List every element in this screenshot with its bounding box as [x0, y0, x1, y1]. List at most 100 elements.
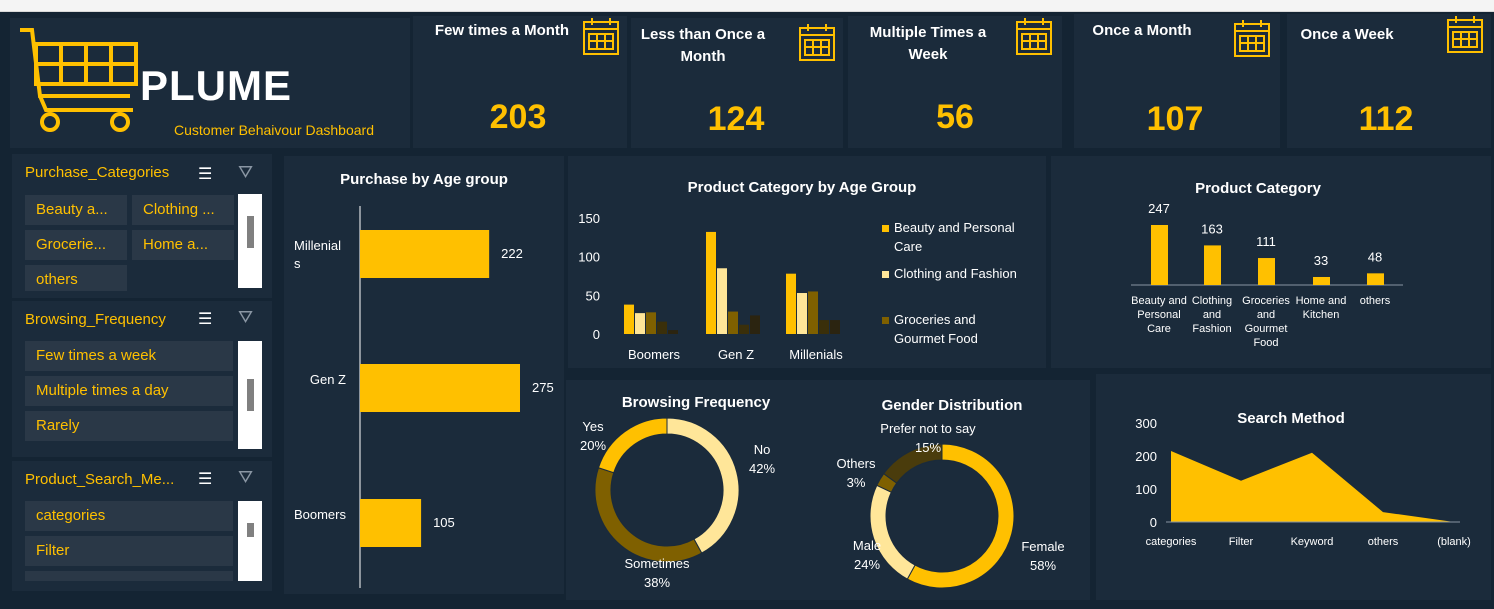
category-label: Filter — [1229, 536, 1254, 548]
scrollbar-thumb[interactable] — [247, 216, 254, 248]
bar — [668, 330, 678, 334]
category-label: Fashion — [1192, 323, 1231, 335]
bar — [1258, 258, 1275, 285]
slice-name-label: Female — [1021, 539, 1064, 554]
category-label: s — [294, 256, 301, 271]
kpi-value: 124 — [707, 100, 765, 138]
category-label: Millenial — [294, 238, 341, 253]
y-tick-label: 300 — [1135, 416, 1157, 431]
bar — [750, 315, 760, 334]
bar — [706, 231, 716, 334]
legend-label: Care — [894, 239, 922, 254]
bar — [717, 268, 727, 334]
legend-swatch — [882, 271, 889, 278]
kpi-card-less-than-once-month: Less than Once a Month 124 — [631, 18, 843, 148]
y-tick-label: 50 — [586, 288, 600, 303]
bar — [786, 273, 796, 334]
bar — [1367, 273, 1384, 285]
slice-name-label: Male — [853, 538, 881, 553]
data-label: 111 — [1256, 234, 1276, 249]
slicer-item[interactable]: others — [25, 265, 127, 291]
category-label: Home and — [1296, 295, 1347, 307]
slicer-item[interactable]: categories — [25, 501, 233, 531]
category-label: Gourmet — [1245, 323, 1288, 335]
y-tick-label: 200 — [1135, 449, 1157, 464]
kpi-title: Few times a Month — [434, 22, 570, 39]
slicer-item[interactable]: Few times a week — [25, 341, 233, 371]
data-label: 105 — [433, 515, 455, 530]
clear-filter-icon[interactable]: ⛛ — [238, 467, 253, 488]
calendar-icon — [1447, 16, 1483, 53]
clear-filter-icon[interactable]: ⛛ — [238, 307, 253, 328]
slicer-item[interactable]: Rarely — [25, 411, 233, 441]
scrollbar-thumb[interactable] — [247, 379, 254, 411]
area-series — [1171, 451, 1454, 522]
data-label: 247 — [1148, 201, 1170, 216]
kpi-title: Less than Once a Month — [640, 26, 766, 65]
slicer-scrollbar[interactable] — [238, 341, 262, 449]
calendar-icon — [583, 18, 619, 55]
logo-panel: PLUME Customer Behaivour Dashboard — [10, 18, 410, 148]
y-tick-label: 100 — [578, 250, 600, 265]
clear-filter-icon[interactable]: ⛛ — [238, 162, 253, 183]
category-label: others — [1360, 295, 1391, 307]
slicer-item-partial[interactable] — [25, 571, 233, 581]
search-method-plot: 300 200 100 0 categories Filter Keyword others (… — [1135, 416, 1471, 548]
kpi-title: Once a Month — [1092, 22, 1192, 39]
category-label: Gen Z — [310, 372, 346, 387]
multi-select-icon[interactable]: ☰ — [198, 469, 212, 489]
category-label: Care — [1147, 323, 1171, 335]
slicer-scrollbar[interactable] — [238, 194, 262, 288]
category-label: and — [1203, 309, 1221, 321]
category-label: and — [1257, 309, 1275, 321]
kpi-card-once-month: Once a Month 107 — [1074, 14, 1280, 148]
brand-subtitle: Customer Behaivour Dashboard — [174, 122, 374, 138]
category-label: Personal — [1137, 309, 1180, 321]
slicer-browsing-frequency: Browsing_Frequency ☰ ⛛ Few times a week … — [12, 301, 272, 457]
slicer-item[interactable]: Beauty a... — [25, 195, 127, 225]
category-label: others — [1368, 536, 1399, 548]
y-tick-label: 150 — [578, 211, 600, 226]
purchase-by-age-plot: 222 Millenial s 275 Gen Z 105 Boomers — [294, 206, 554, 588]
category-label: Boomers — [628, 347, 681, 362]
legend-label: Groceries and — [894, 312, 976, 327]
kpi-card-multiple-times-week: Multiple Times a Week 56 — [848, 16, 1062, 148]
chart-product-category: Product Category 247 Beauty and Personal Ca… — [1051, 156, 1491, 368]
legend-label: Gourmet Food — [894, 331, 978, 346]
slice-value-label: 24% — [854, 557, 880, 572]
y-tick-label: 0 — [1150, 515, 1157, 530]
donut-slice — [906, 443, 1015, 589]
multi-select-icon[interactable]: ☰ — [198, 309, 212, 329]
bar — [739, 324, 749, 334]
category-label: Beauty and — [1131, 295, 1187, 307]
chart-search-method: Search Method 300 200 100 0 categories Filter… — [1096, 374, 1491, 600]
data-label: 163 — [1201, 221, 1223, 236]
slicer-item[interactable]: Home a... — [132, 230, 234, 260]
multi-select-icon[interactable]: ☰ — [198, 164, 212, 184]
kpi-card-once-week: Once a Week 112 — [1287, 14, 1491, 148]
chart-donuts: Browsing Frequency Gender Distribution N… — [566, 380, 1090, 600]
spreadsheet-gridlines — [0, 0, 1494, 12]
bar — [830, 320, 840, 334]
slice-name-label: Others — [836, 456, 876, 471]
shopping-cart-icon — [20, 28, 138, 132]
slicer-item[interactable]: Grocerie... — [25, 230, 127, 260]
category-label: (blank) — [1437, 536, 1471, 548]
gender-distribution-donut: Female 58% Male 24% Others 3% Prefer not to sa… — [836, 421, 1065, 589]
calendar-icon — [799, 24, 835, 61]
y-tick-label: 0 — [593, 327, 600, 342]
scrollbar-thumb[interactable] — [247, 523, 254, 537]
bar — [728, 311, 738, 334]
category-label: Kitchen — [1303, 309, 1340, 321]
bar — [360, 364, 520, 412]
slicer-item[interactable]: Clothing ... — [132, 195, 234, 225]
slicer-item[interactable]: Multiple times a day — [25, 376, 233, 406]
calendar-icon — [1016, 18, 1052, 55]
data-label: 275 — [532, 380, 554, 395]
slicer-item[interactable]: Filter — [25, 536, 233, 566]
slice-name-label: Prefer not to say — [880, 421, 976, 436]
kpi-card-few-times-month: Few times a Month 203 — [413, 16, 627, 148]
slicer-scrollbar[interactable] — [238, 501, 262, 581]
bar — [635, 313, 645, 334]
legend-label: Clothing and Fashion — [894, 266, 1017, 281]
